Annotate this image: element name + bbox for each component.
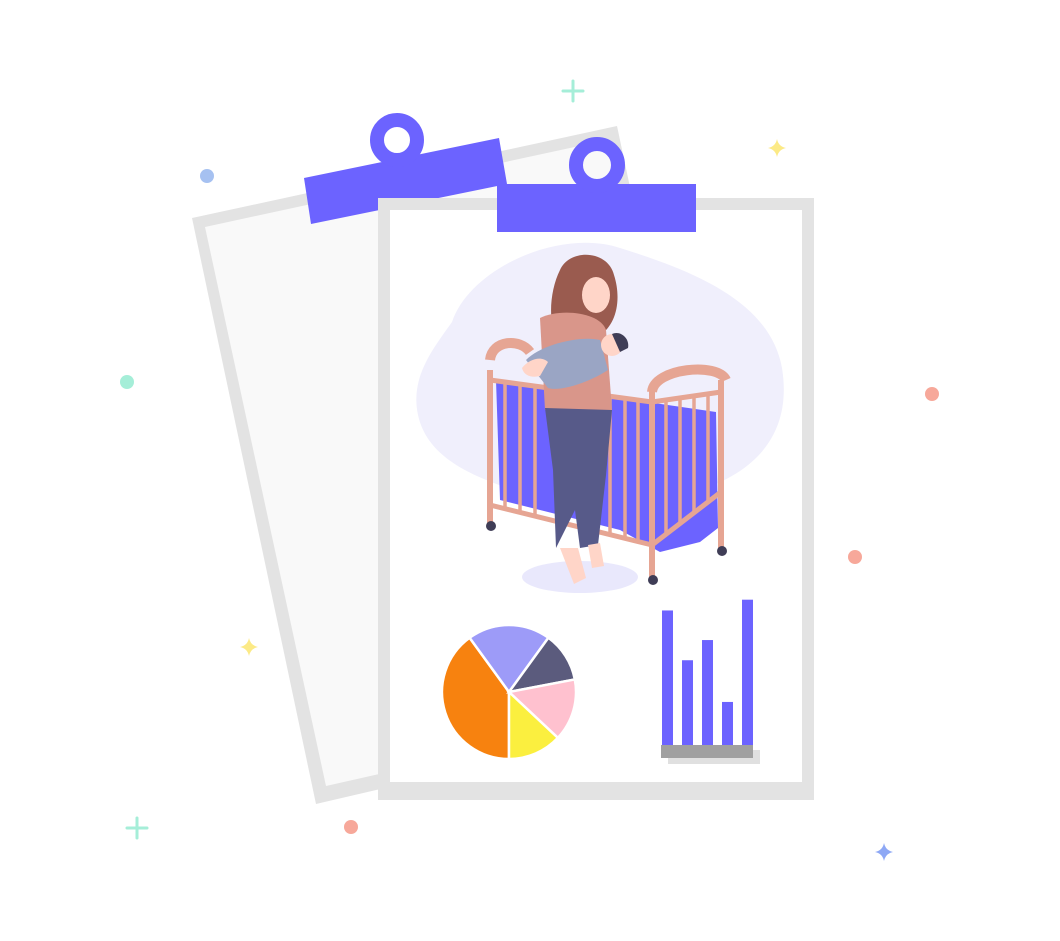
bar-chart-base — [661, 745, 753, 758]
bar-5 — [742, 599, 753, 745]
decoration-dot-3 — [200, 169, 214, 183]
decoration-sparkle-10 — [875, 843, 893, 861]
decoration-dot-5 — [925, 387, 939, 401]
back-clipboard-ring — [370, 113, 424, 167]
decoration-plus-1 — [561, 79, 585, 103]
pie-chart — [440, 623, 578, 761]
decoration-sparkle-7 — [240, 638, 258, 656]
decoration-dot-6 — [848, 550, 862, 564]
decoration-plus-8 — [125, 816, 149, 840]
decoration-dot-4 — [120, 375, 134, 389]
bar-1 — [662, 610, 673, 745]
bar-4 — [722, 701, 733, 745]
illustration-canvas — [120, 79, 939, 861]
bar-2 — [682, 660, 693, 745]
decoration-dot-9 — [344, 820, 358, 834]
decoration-sparkle-2 — [768, 139, 786, 157]
face — [582, 277, 610, 313]
bar-3 — [702, 640, 713, 745]
